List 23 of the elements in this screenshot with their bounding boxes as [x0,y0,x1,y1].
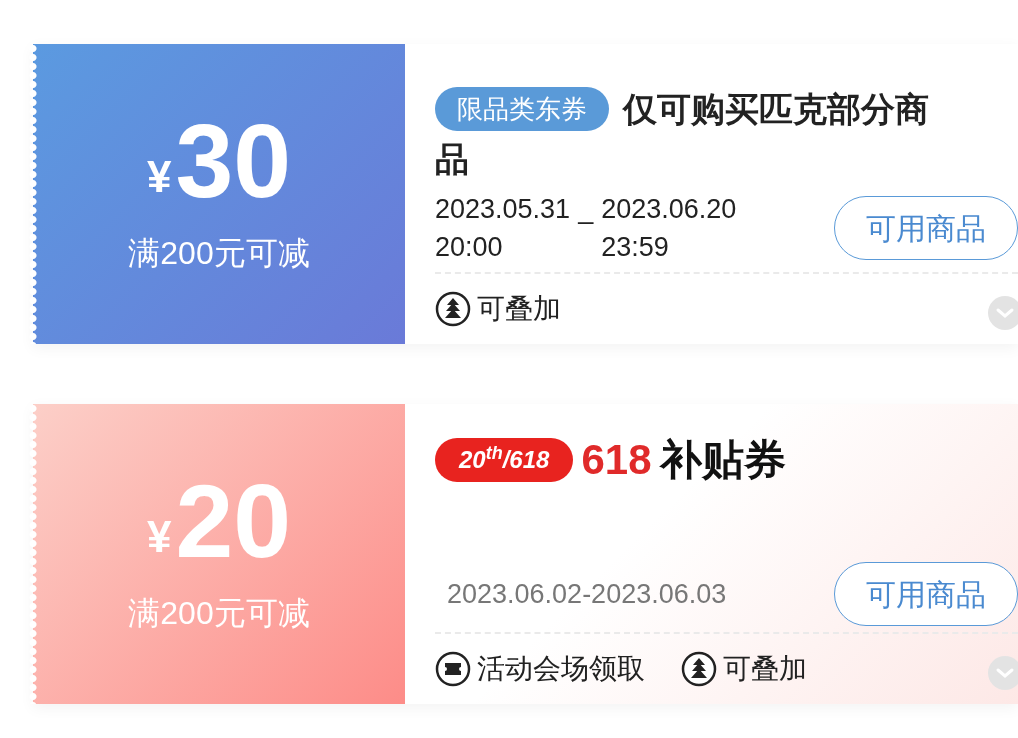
currency-symbol: ¥ [146,155,172,199]
category-tag: 限品类东券 [435,87,609,131]
event-badge: 20$^{th}$/618 [435,438,574,482]
available-products-button[interactable]: 可用商品 [834,562,1018,626]
coupon-amount: 30 [175,109,292,213]
start-date: 2023.05.31 [435,193,571,226]
coupon-title: 品 [435,139,469,180]
event-number: 618 [581,439,652,481]
date-separator: _ [578,193,594,226]
feature-label: 活动会场领取 [477,652,645,686]
end-date: 2023.06.20 [601,193,737,226]
coupon-title: 仅可购买匹克部分商 [623,89,929,130]
end-time: 23:59 [601,231,670,264]
feature-label: 可叠加 [477,292,561,326]
coupon-condition: 满200元可减 [128,597,310,629]
coupon-title: 补贴券 [659,439,786,481]
currency-symbol: ¥ [146,515,172,559]
coupon-amount: 20 [175,469,292,573]
coupon-condition: 满200元可减 [128,237,310,269]
available-products-button[interactable]: 可用商品 [834,196,1018,260]
start-time: 20:00 [435,231,504,264]
date-range: 2023.06.02-2023.06.03 [447,577,727,611]
feature-label: 可叠加 [723,652,807,686]
